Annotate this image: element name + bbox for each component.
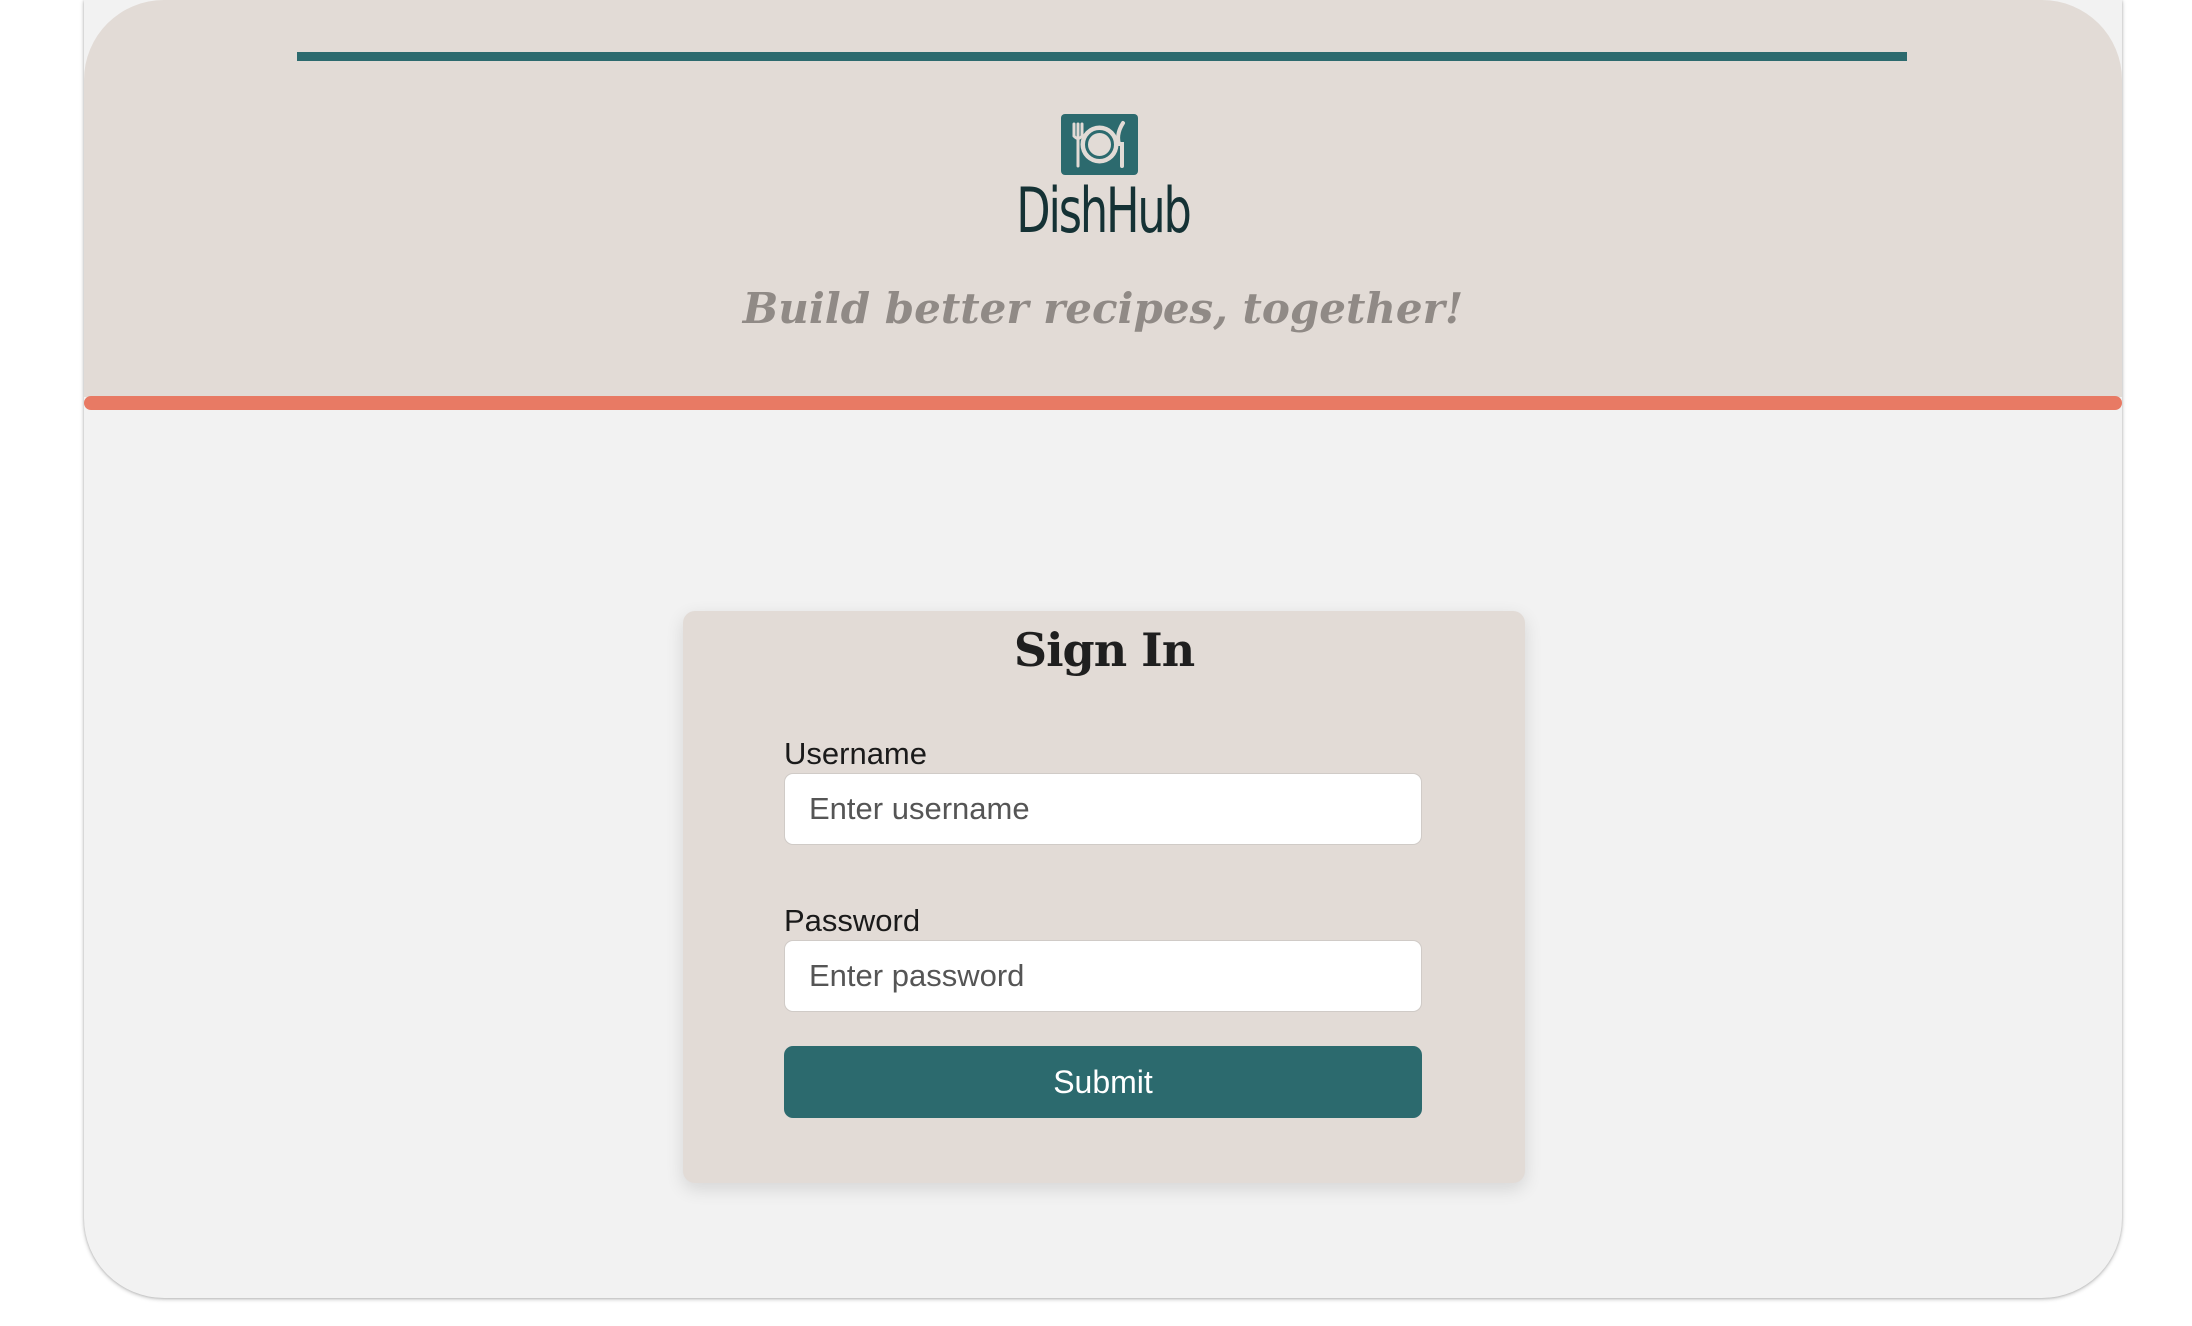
signin-title: Sign In (1013, 623, 1195, 677)
password-input[interactable] (784, 940, 1422, 1012)
brand-name: DishHub (1016, 174, 1192, 247)
plate-fork-knife-icon (1061, 114, 1138, 175)
username-label: Username (784, 736, 927, 771)
password-label: Password (784, 903, 921, 938)
signin-card: Sign In Username Password Submit (683, 611, 1525, 1183)
header-top-divider (297, 52, 1907, 61)
app-window: DishHub Build better recipes, together! … (84, 0, 2122, 1298)
brand-tagline: Build better recipes, together! (742, 284, 1464, 333)
header-accent-divider (84, 396, 2122, 410)
site-header: DishHub Build better recipes, together! (84, 0, 2122, 397)
submit-button[interactable]: Submit (784, 1046, 1422, 1118)
username-input[interactable] (784, 773, 1422, 845)
